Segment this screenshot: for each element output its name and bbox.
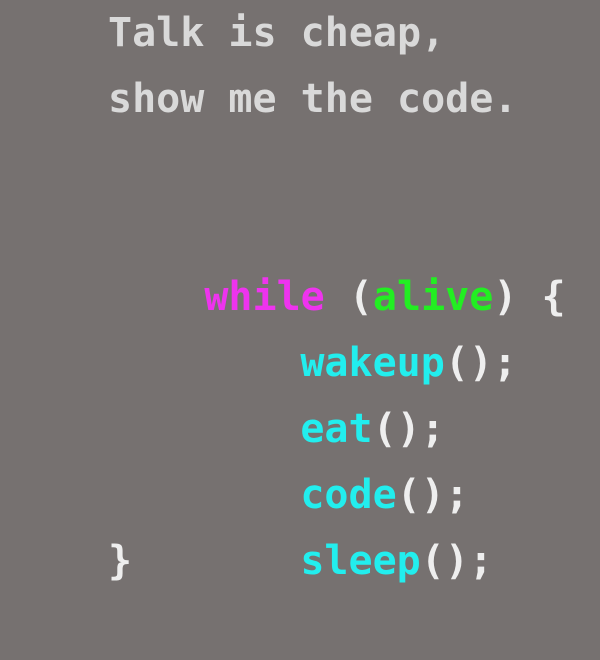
quote-line-2: show me the code.	[108, 76, 518, 122]
function-call-name: sleep	[300, 538, 421, 584]
statement-line: code();	[204, 396, 469, 518]
closing-brace: }	[108, 538, 133, 584]
call-punctuation: ();	[444, 340, 518, 386]
quote-line-1: Talk is cheap,	[108, 10, 446, 56]
while-statement-line: while (alive) {	[108, 198, 565, 320]
call-punctuation: ();	[420, 538, 493, 584]
poster-canvas: Talk is cheap, show me the code. while (…	[0, 0, 600, 600]
statement-line: eat();	[204, 330, 445, 452]
statement-line: wakeup();	[204, 264, 517, 386]
statement-line: sleep();	[204, 462, 493, 584]
